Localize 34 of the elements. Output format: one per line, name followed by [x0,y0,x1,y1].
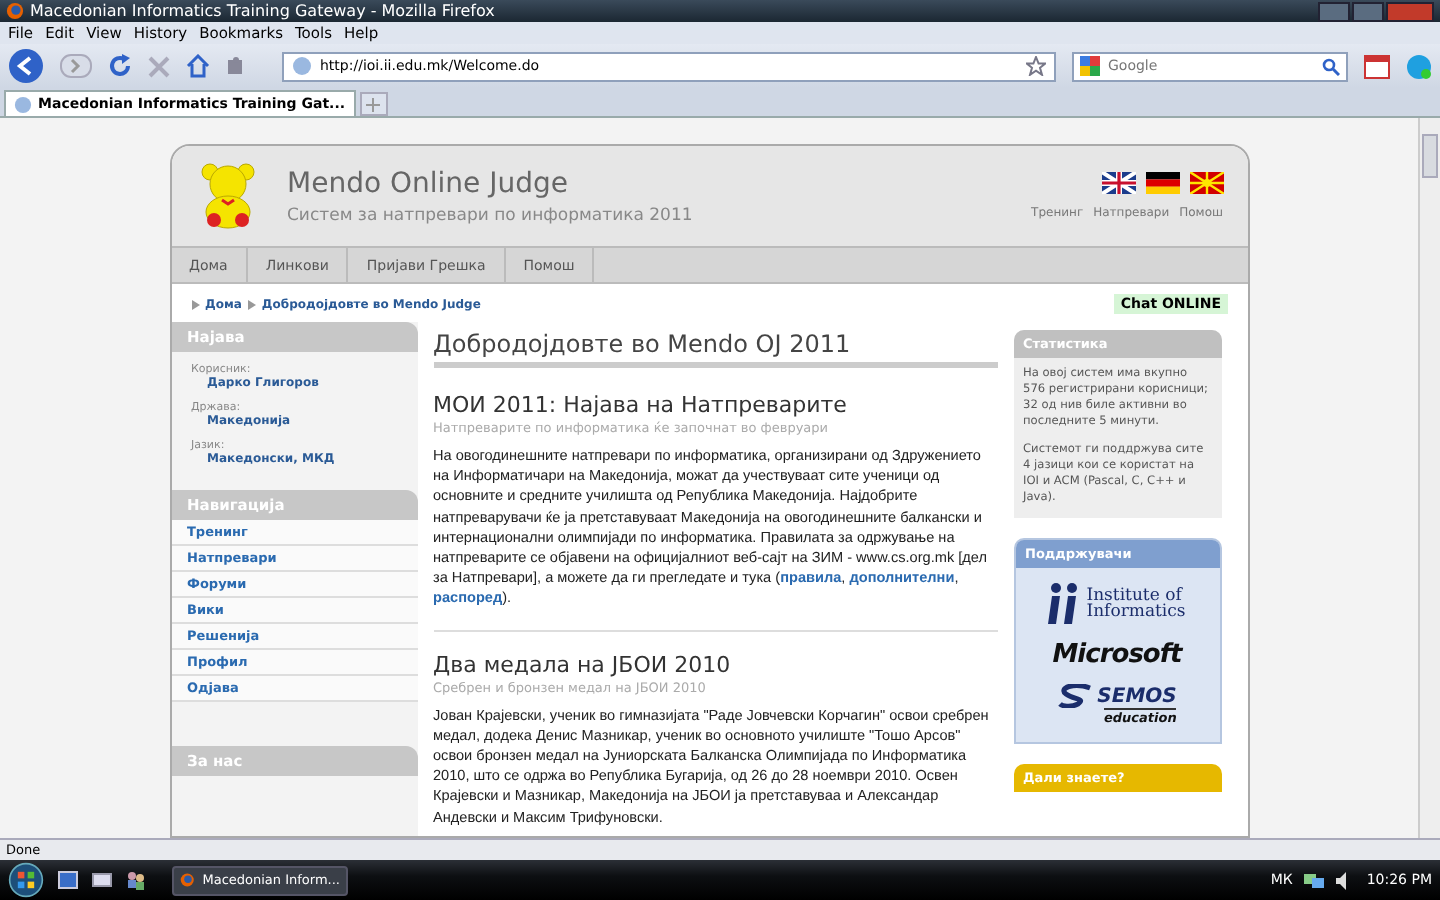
article-title: МОИ 2011: Најава на Натпреварите [433,392,849,418]
sponsor-logo[interactable]: Microsoft [1052,640,1182,670]
globe-icon [292,56,312,76]
figures-icon [1048,582,1081,626]
triangle-icon [247,299,256,309]
start-orb-icon[interactable] [8,862,44,898]
home-icon[interactable] [186,54,210,78]
minimize-button[interactable] [1318,1,1350,21]
desktop-icon[interactable] [58,870,78,890]
swirl-icon [1057,684,1094,708]
article-title: Два медала на ЈБОИ 2010 [433,651,733,678]
globe-icon [14,95,32,113]
search-icon[interactable] [1322,57,1340,75]
site-title: Mendo Online Judge [287,167,570,199]
star-icon[interactable] [1026,56,1046,76]
reload-icon[interactable] [108,54,132,78]
sponsor-logo[interactable]: Institute of Informatics [1048,582,1186,626]
close-button[interactable] [1386,1,1434,21]
german-flag-icon[interactable] [1145,172,1179,194]
window-title: Macedonian Informatics Training Gateway - Mozilla Firefox [30,2,497,20]
maximize-button[interactable] [1352,1,1384,21]
site-subtitle: Систем за натпревари по информатика 2011 [287,205,695,225]
scrollbar[interactable] [1418,118,1440,838]
teddy-bear-logo [195,162,259,230]
uk-flag-icon[interactable] [1101,172,1135,194]
people-icon[interactable] [126,870,146,890]
page-heading: Добродојдовте во Mendo OJ 2011 [433,330,997,368]
triangle-icon [191,299,199,309]
macedonian-flag-icon[interactable] [1189,172,1223,194]
back-icon[interactable] [8,48,44,84]
calendar-icon[interactable] [1364,53,1390,79]
network-icon[interactable] [1304,871,1325,889]
window-icon[interactable] [92,870,112,890]
plus-icon [366,97,381,111]
